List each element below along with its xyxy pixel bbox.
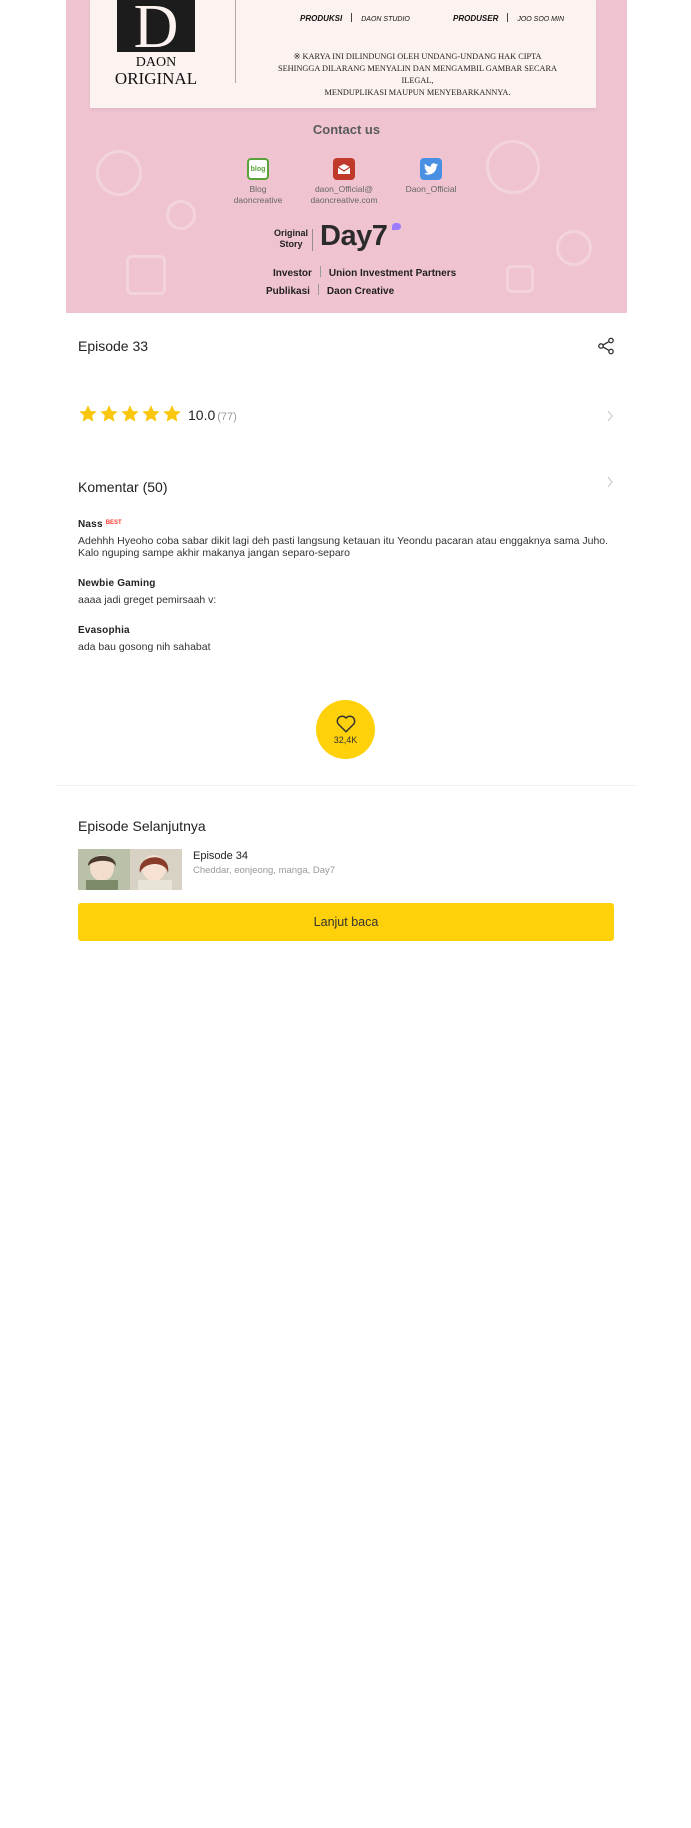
star-icon[interactable] (141, 404, 161, 424)
next-episode-section-title: Episode Selanjutnya (78, 818, 206, 834)
credit-produser: PRODUSER JOO SOO MIN (453, 13, 565, 23)
banner-doodle (486, 140, 540, 194)
rating-stars[interactable] (78, 404, 182, 424)
next-episode-title[interactable]: Episode 34 (193, 850, 248, 862)
credit-produksi: PRODUKSI DAON STUDIO (300, 13, 410, 23)
comment-item: Nass BEST Adehhh Hyeoho coba sabar dikit … (78, 514, 618, 559)
comment-author: Newbie Gaming (78, 578, 156, 589)
banner-doodle (96, 150, 142, 196)
episode-end-banner: D DAON ORIGINAL PRODUKSI DAON STUDIO PROD… (66, 0, 627, 313)
banner-doodle (506, 265, 534, 293)
publikasi-line: Publikasi Daon Creative (266, 284, 395, 297)
comment-author: Nass (78, 519, 103, 530)
episode-title: Episode 33 (78, 338, 149, 354)
twitter-icon (420, 158, 442, 180)
section-divider (56, 785, 637, 786)
mail-icon (333, 158, 355, 180)
like-count: 32,4K (333, 734, 358, 745)
daon-logo: D (117, 0, 195, 52)
banner-doodle (126, 255, 166, 295)
chevron-right-icon[interactable] (606, 410, 614, 422)
contact-email[interactable]: daon_Official@ daoncreative.com (299, 158, 389, 206)
rating-row[interactable]: 10.0 (77) (78, 404, 618, 428)
comment-item: Newbie Gaming aaaa jadi greget pemirsaah… (78, 573, 618, 606)
best-badge: BEST (105, 520, 122, 526)
comment-text: aaaa jadi greget pemirsaah v: (78, 594, 217, 606)
comment-text: Adehhh Hyeoho coba sabar dikit lagi deh … (78, 535, 609, 559)
copyright-notice: ※ KARYA INI DILINDUNGI OLEH UNDANG-UNDAN… (277, 52, 558, 97)
star-icon[interactable] (78, 404, 98, 424)
comment-text: ada bau gosong nih sahabat (78, 641, 211, 653)
day7-logo: Day7 (320, 220, 388, 252)
chevron-right-icon[interactable] (606, 476, 614, 488)
comments-title[interactable]: Komentar (50) (78, 479, 167, 495)
star-icon[interactable] (162, 404, 182, 424)
next-episode-meta: Cheddar, eonjeong, manga, Day7 (193, 865, 336, 876)
comment-item: Evasophia ada bau gosong nih sahabat (78, 620, 618, 653)
day7-logo-accent (392, 223, 401, 230)
like-button[interactable]: 32,4K (316, 700, 375, 759)
star-icon[interactable] (120, 404, 140, 424)
share-icon[interactable] (597, 337, 615, 355)
original-story-label: Original Story (273, 228, 308, 249)
banner-doodle (166, 200, 196, 230)
contact-blog[interactable]: blog Blog daoncreative (213, 158, 303, 206)
card-divider (235, 0, 236, 83)
blog-icon: blog (247, 158, 269, 180)
investor-line: Investor Union Investment Partners (273, 266, 457, 279)
daon-original-wordmark: DAON ORIGINAL (114, 55, 198, 88)
contact-twitter[interactable]: Daon_Official (386, 158, 476, 195)
contact-title: Contact us (312, 122, 381, 137)
next-episode-thumbnail[interactable] (78, 849, 182, 890)
continue-reading-button[interactable]: Lanjut baca (78, 903, 614, 941)
comment-author: Evasophia (78, 625, 130, 636)
star-icon[interactable] (99, 404, 119, 424)
banner-doodle (556, 230, 592, 266)
rating-value: 10.0 (77) (188, 407, 237, 423)
heart-icon (336, 714, 355, 733)
credits-card: D DAON ORIGINAL PRODUKSI DAON STUDIO PROD… (90, 0, 596, 108)
